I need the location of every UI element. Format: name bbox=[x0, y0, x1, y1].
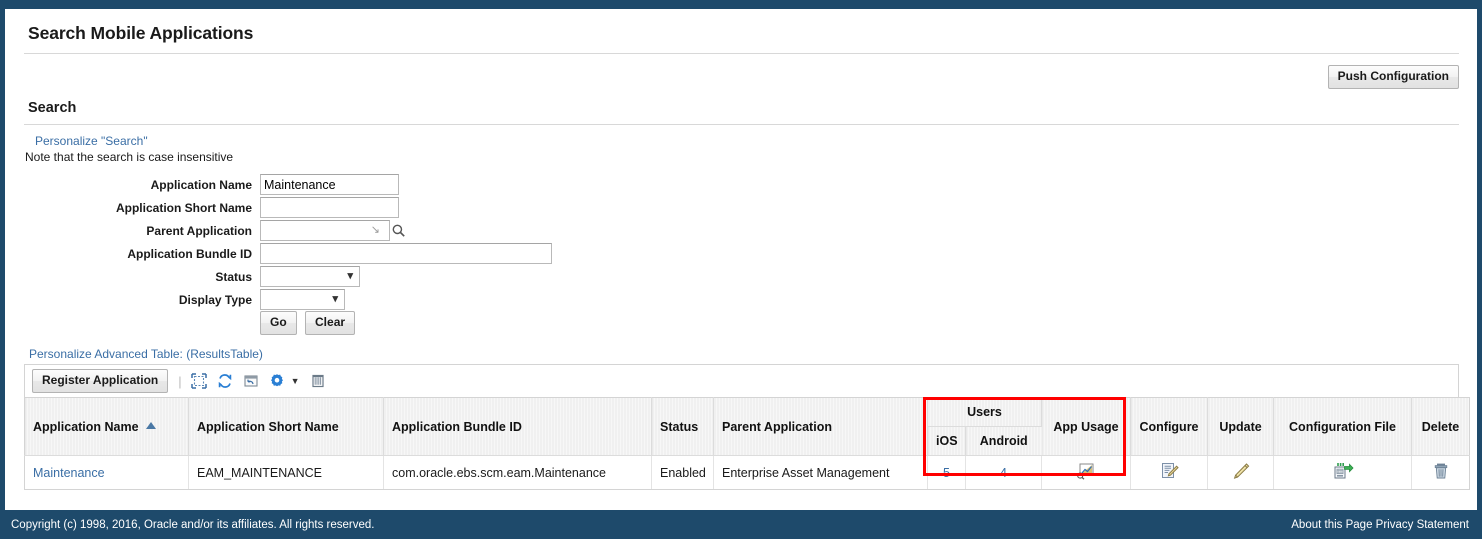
column-header-users-group: Users bbox=[927, 397, 1042, 428]
trash-icon[interactable] bbox=[1432, 463, 1450, 483]
application-page: Search Mobile Applications Push Configur… bbox=[0, 0, 1482, 539]
refresh-icon[interactable] bbox=[217, 373, 234, 390]
cell-users-android: 4 bbox=[965, 455, 1042, 491]
column-header-application-name-label: Application Name bbox=[33, 419, 139, 434]
status-select[interactable] bbox=[260, 266, 360, 287]
footer-links: About this Page Privacy Statement bbox=[1291, 519, 1469, 531]
chart-usage-icon[interactable] bbox=[1076, 463, 1096, 483]
cell-users-ios: 5 bbox=[927, 455, 966, 491]
label-application-bundle-id: Application Bundle ID bbox=[127, 246, 252, 261]
results-toolbar: Register Application | ▼ bbox=[24, 364, 1459, 398]
document-edit-icon[interactable] bbox=[1159, 463, 1179, 483]
column-header-application-bundle-id[interactable]: Application Bundle ID bbox=[383, 397, 652, 457]
personalize-table-row: Personalize Advanced Table: (ResultsTabl… bbox=[24, 335, 1459, 364]
page-content: Search Mobile Applications Push Configur… bbox=[5, 9, 1477, 510]
field-application-name-cell bbox=[260, 173, 552, 196]
label-application-name: Application Name bbox=[150, 177, 252, 192]
sort-ascending-icon bbox=[145, 421, 156, 429]
form-row-status: Status ▾ bbox=[24, 265, 552, 288]
field-parent-application-cell: ↘ bbox=[260, 219, 552, 242]
display-type-select[interactable] bbox=[260, 289, 345, 310]
push-configuration-button[interactable]: Push Configuration bbox=[1327, 65, 1459, 90]
application-bundle-id-input[interactable] bbox=[260, 243, 552, 264]
column-header-users-android: Android bbox=[965, 426, 1042, 457]
cell-configure bbox=[1130, 455, 1208, 491]
application-name-input[interactable] bbox=[260, 174, 399, 195]
clear-button[interactable]: Clear bbox=[305, 311, 356, 336]
application-name-link[interactable]: Maintenance bbox=[33, 466, 105, 480]
search-note: Note that the search is case insensitive bbox=[25, 150, 234, 164]
results-table-wrap: Application Name Application Short Name … bbox=[24, 397, 1470, 491]
search-form: Application Name Application Short Name … bbox=[24, 173, 552, 336]
personalize-search-row: Personalize "Search" bbox=[24, 125, 1459, 148]
register-application-button[interactable]: Register Application bbox=[32, 369, 169, 394]
privacy-statement-link[interactable]: Privacy Statement bbox=[1376, 519, 1469, 531]
users-android-link[interactable]: 4 bbox=[1000, 466, 1007, 480]
cell-update bbox=[1207, 455, 1274, 491]
cell-app-usage bbox=[1041, 455, 1131, 491]
users-ios-link[interactable]: 5 bbox=[943, 466, 950, 480]
gear-icon[interactable] bbox=[269, 373, 286, 390]
results-header-row-1: Application Name Application Short Name … bbox=[24, 397, 1470, 457]
field-display-type-cell: ▾ bbox=[260, 288, 552, 311]
application-short-name-input[interactable] bbox=[260, 197, 399, 218]
form-row-application-short-name: Application Short Name bbox=[24, 196, 552, 219]
field-status-cell: ▾ bbox=[260, 265, 552, 288]
label-status: Status bbox=[215, 269, 252, 284]
column-header-delete: Delete bbox=[1411, 397, 1470, 457]
form-row-actions: Go Clear bbox=[24, 311, 552, 336]
search-section-title: Search bbox=[28, 100, 77, 116]
label-display-type: Display Type bbox=[178, 292, 252, 307]
cell-configuration-file bbox=[1273, 455, 1412, 491]
cell-parent-application: Enterprise Asset Management bbox=[713, 455, 928, 491]
column-header-application-short-name[interactable]: Application Short Name bbox=[188, 397, 384, 457]
field-application-short-name-cell bbox=[260, 196, 552, 219]
cell-application-short-name: EAM_MAINTENANCE bbox=[188, 455, 384, 491]
page-title: Search Mobile Applications bbox=[28, 23, 254, 43]
results-table: Application Name Application Short Name … bbox=[24, 397, 1470, 491]
column-header-application-name[interactable]: Application Name bbox=[24, 397, 189, 457]
label-parent-application: Parent Application bbox=[146, 223, 252, 238]
form-row-application-bundle-id: Application Bundle ID bbox=[24, 242, 552, 265]
form-row-parent-application: Parent Application ↘ bbox=[24, 219, 552, 242]
column-header-parent-application[interactable]: Parent Application bbox=[713, 397, 928, 457]
about-this-page-link[interactable]: About this Page bbox=[1291, 519, 1372, 531]
column-header-configuration-file: Configuration File bbox=[1273, 397, 1412, 457]
expand-all-icon[interactable] bbox=[191, 373, 208, 390]
status-select-wrap: ▾ bbox=[260, 266, 360, 287]
cell-delete bbox=[1411, 455, 1470, 491]
parent-application-input-wrap: ↘ bbox=[260, 220, 390, 241]
column-header-configure: Configure bbox=[1130, 397, 1208, 457]
page-footer: Copyright (c) 1998, 2016, Oracle and/or … bbox=[5, 510, 1477, 539]
column-header-update: Update bbox=[1207, 397, 1274, 457]
parent-application-input[interactable] bbox=[260, 220, 390, 241]
page-actions-bar: Push Configuration bbox=[24, 54, 1459, 94]
copyright-text: Copyright (c) 1998, 2016, Oracle and/or … bbox=[11, 518, 375, 531]
toolbar-separator: | bbox=[178, 373, 182, 389]
parent-application-lov: ↘ bbox=[260, 220, 406, 241]
column-header-app-usage: App Usage bbox=[1041, 397, 1131, 457]
export-icon[interactable] bbox=[243, 373, 260, 390]
cell-application-name: Maintenance bbox=[24, 455, 189, 491]
column-header-status[interactable]: Status bbox=[651, 397, 714, 457]
personalize-search-link[interactable]: Personalize "Search" bbox=[35, 134, 148, 148]
export-file-icon[interactable] bbox=[1332, 463, 1354, 483]
field-application-bundle-id-cell bbox=[260, 242, 552, 265]
search-icon[interactable] bbox=[391, 223, 406, 238]
detach-icon[interactable] bbox=[310, 373, 327, 390]
form-row-display-type: Display Type ▾ bbox=[24, 288, 552, 311]
table-row: Maintenance EAM_MAINTENANCE com.oracle.e… bbox=[24, 455, 1470, 491]
go-button[interactable]: Go bbox=[260, 311, 297, 336]
gear-dropdown-caret-icon[interactable]: ▼ bbox=[291, 376, 300, 386]
pencil-icon[interactable] bbox=[1231, 463, 1251, 483]
search-actions-cell: Go Clear bbox=[260, 311, 552, 336]
label-application-short-name: Application Short Name bbox=[115, 200, 252, 215]
form-row-application-name: Application Name bbox=[24, 173, 552, 196]
cell-application-bundle-id: com.oracle.ebs.scm.eam.Maintenance bbox=[383, 455, 652, 491]
cell-status: Enabled bbox=[651, 455, 714, 491]
display-type-select-wrap: ▾ bbox=[260, 289, 345, 310]
personalize-advanced-table-link[interactable]: Personalize Advanced Table: (ResultsTabl… bbox=[29, 347, 263, 361]
column-header-users-ios: iOS bbox=[927, 426, 966, 457]
